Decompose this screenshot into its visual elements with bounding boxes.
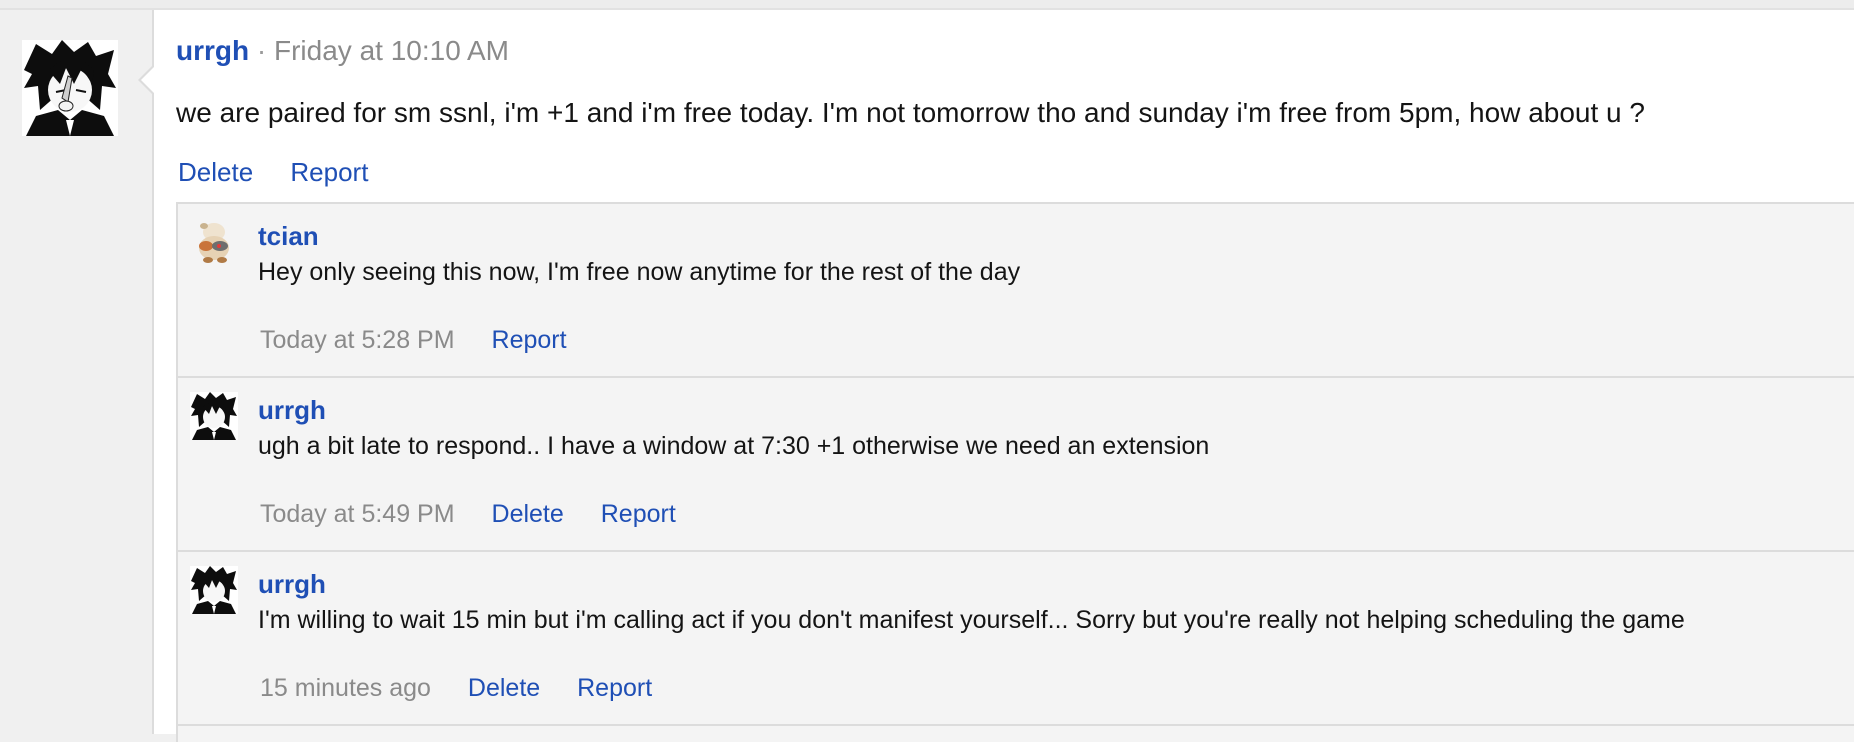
author-avatar-icon[interactable]	[22, 40, 118, 136]
delete-comment-link[interactable]: Delete	[492, 500, 564, 528]
post-author-link[interactable]: urrgh	[176, 35, 249, 66]
post-author-column	[0, 10, 152, 734]
comment-list: tcian Hey only seeing this now, I'm free…	[176, 202, 1854, 742]
report-comment-link[interactable]: Report	[601, 500, 676, 528]
comment-author-link[interactable]: tcian	[258, 220, 319, 252]
comment-item: urrgh ugh a bit late to respond.. I have…	[178, 378, 1854, 552]
comment-meta: Today at 5:28 PM Report	[260, 324, 597, 356]
report-comment-link[interactable]: Report	[577, 674, 652, 702]
comment-text: ugh a bit late to respond.. I have a win…	[258, 432, 1210, 460]
comment-item: tcian Hey only seeing this now, I'm free…	[178, 204, 1854, 378]
comment-timestamp[interactable]: Today at 5:28 PM	[260, 326, 455, 354]
anime-avatar-icon[interactable]	[190, 392, 238, 440]
post-timestamp[interactable]: Friday at 10:10 AM	[274, 35, 509, 66]
speech-arrow-inner	[141, 66, 155, 94]
delete-post-link[interactable]: Delete	[178, 157, 253, 187]
comment-item: urrgh I'm willing to wait 15 min but i'm…	[178, 552, 1854, 726]
comment-text: I'm willing to wait 15 min but i'm calli…	[258, 606, 1685, 634]
comment-meta: Today at 5:49 PM Delete Report	[260, 498, 706, 530]
post-actions: Delete Report	[178, 156, 398, 188]
post-message: we are paired for sm ssnl, i'm +1 and i'…	[176, 97, 1645, 128]
report-post-link[interactable]: Report	[290, 157, 368, 187]
post-header: urrgh · Friday at 10:10 AM	[176, 34, 509, 68]
anime-avatar-icon[interactable]	[190, 566, 238, 614]
delete-comment-link[interactable]: Delete	[468, 674, 540, 702]
post-card: urrgh · Friday at 10:10 AM we are paired…	[138, 10, 1854, 742]
comment-meta: 15 minutes ago Delete Report	[260, 672, 682, 704]
top-border	[0, 0, 1854, 10]
header-separator: ·	[256, 35, 267, 66]
comment-text: Hey only seeing this now, I'm free now a…	[258, 258, 1021, 286]
comment-timestamp[interactable]: 15 minutes ago	[260, 674, 431, 702]
report-comment-link[interactable]: Report	[492, 326, 567, 354]
pokemon-avatar-icon[interactable]	[190, 218, 238, 266]
comment-author-link[interactable]: urrgh	[258, 394, 326, 426]
comment-author-link[interactable]: urrgh	[258, 568, 326, 600]
comment-timestamp[interactable]: Today at 5:49 PM	[260, 500, 455, 528]
